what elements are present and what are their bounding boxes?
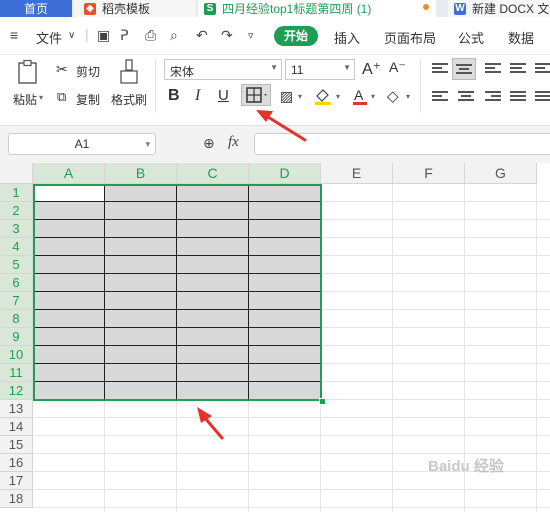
- annotation-arrows: [197, 110, 307, 440]
- annotation-arrow-to-borders: [256, 110, 307, 142]
- annotation-arrow-to-table: [197, 407, 224, 440]
